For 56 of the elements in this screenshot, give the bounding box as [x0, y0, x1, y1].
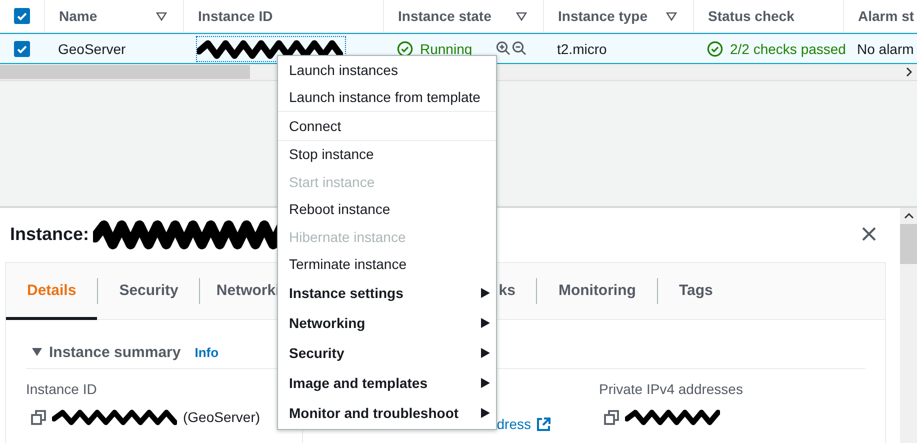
menu-item[interactable]: Launch instance from template: [278, 84, 496, 111]
zoom-in-icon[interactable]: [496, 41, 511, 56]
checkbox[interactable]: [14, 40, 30, 56]
tab[interactable]: Tags: [658, 263, 734, 320]
status-text: Running: [420, 40, 472, 56]
check-circle-icon: [397, 40, 413, 56]
column-header[interactable]: Instance state: [398, 8, 492, 24]
scrollbar-thumb[interactable]: [900, 224, 917, 264]
status-text: 2/2 checks passed: [730, 40, 846, 56]
scroll-right-icon[interactable]: [905, 67, 913, 77]
filter-caret-icon[interactable]: [666, 12, 677, 20]
filter-caret-icon[interactable]: [156, 12, 167, 20]
external-link-icon[interactable]: [536, 417, 551, 432]
field-label: Instance ID: [26, 381, 98, 398]
field-label: Private IPv4 addresses: [599, 381, 743, 398]
collapse-caret-icon[interactable]: [31, 347, 43, 357]
menu-item[interactable]: Launch instances: [278, 56, 496, 84]
zoom-out-icon[interactable]: [512, 41, 527, 56]
tab[interactable]: ks: [498, 263, 536, 320]
tab[interactable]: Security: [98, 263, 200, 320]
close-icon[interactable]: [862, 227, 876, 241]
submenu-arrow-icon: [481, 288, 490, 298]
menu-item[interactable]: Stop instance: [278, 140, 496, 168]
table-cell: GeoServer: [58, 40, 126, 56]
table-cell: t2.micro: [557, 40, 607, 56]
copy-icon[interactable]: [31, 410, 46, 424]
check-circle-icon: [707, 40, 723, 56]
menu-item[interactable]: Reboot instance: [278, 196, 496, 223]
table-cell: No alarm: [857, 40, 914, 56]
menu-item[interactable]: Terminate instance: [278, 250, 496, 278]
filter-caret-icon[interactable]: [516, 12, 527, 20]
scroll-up-icon[interactable]: [904, 212, 914, 220]
column-header[interactable]: Instance ID: [198, 8, 273, 24]
column-header[interactable]: Instance type: [558, 8, 648, 24]
submenu-arrow-icon: [481, 318, 490, 328]
submenu-arrow-icon: [481, 378, 490, 388]
submenu-item[interactable]: Networking: [278, 308, 496, 338]
address-link[interactable]: dress: [496, 416, 531, 432]
submenu-item[interactable]: Security: [278, 338, 496, 368]
column-header[interactable]: Status check: [708, 8, 794, 24]
checkbox[interactable]: [14, 8, 30, 24]
copy-icon[interactable]: [604, 410, 619, 424]
submenu-arrow-icon: [481, 348, 490, 358]
menu-item[interactable]: Connect: [278, 112, 496, 140]
column-header[interactable]: Alarm st: [858, 8, 914, 24]
field-value: (GeoServer): [183, 409, 260, 425]
info-link[interactable]: Info: [194, 344, 219, 360]
submenu-item[interactable]: Image and templates: [278, 368, 496, 398]
scrollbar-thumb[interactable]: [0, 65, 250, 79]
column-header[interactable]: Name: [59, 8, 98, 24]
submenu-item[interactable]: Instance settings: [278, 278, 496, 308]
tab[interactable]: Monitoring: [537, 263, 657, 320]
panel-title: Instance:: [10, 224, 90, 244]
submenu-arrow-icon: [481, 408, 490, 418]
section-title: Instance summary: [49, 344, 181, 360]
submenu-item[interactable]: Monitor and troubleshoot: [278, 398, 496, 428]
